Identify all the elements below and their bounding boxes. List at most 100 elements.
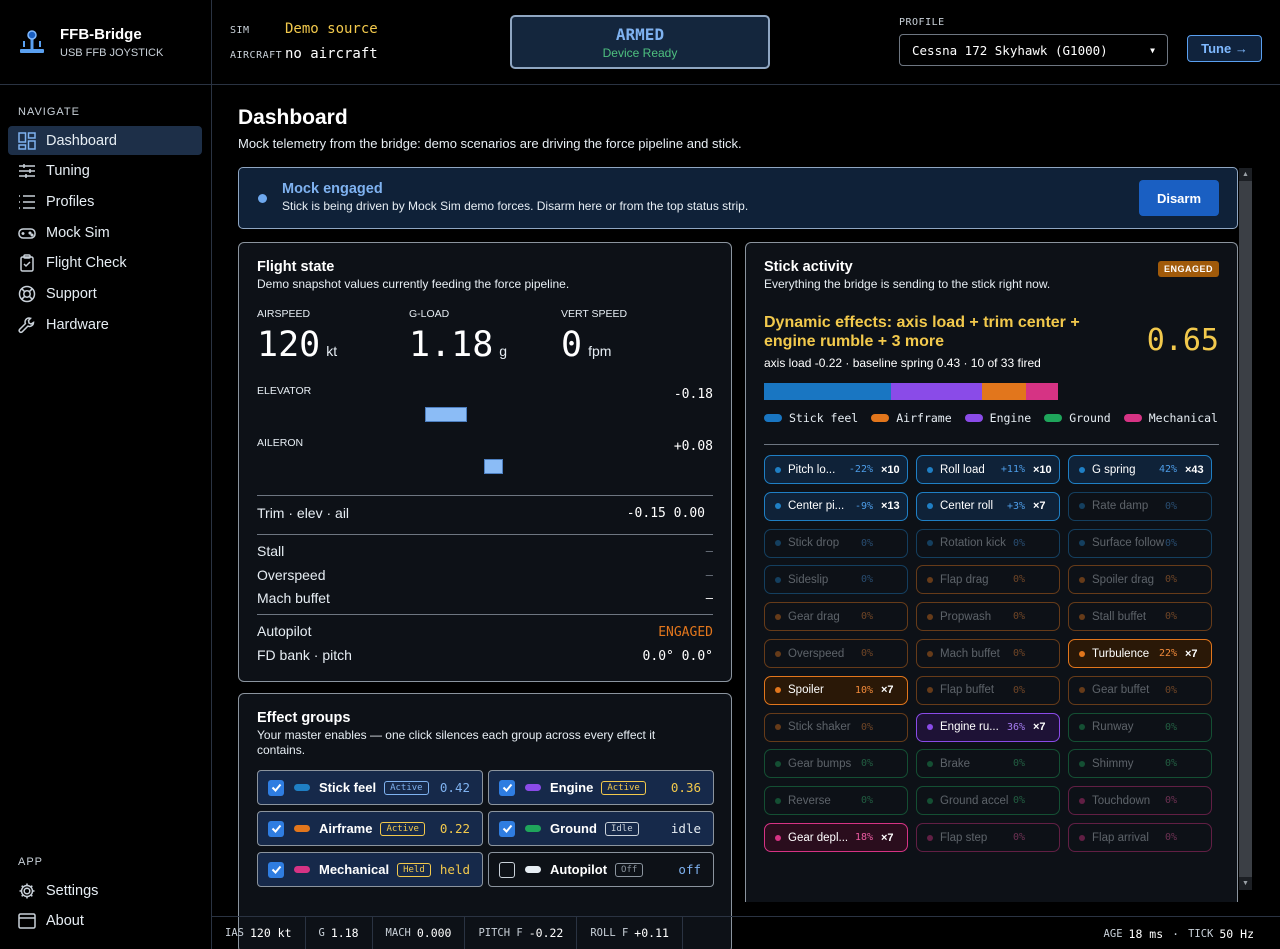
group-toggle-airframe[interactable]: Airframe Active 0.22 (257, 811, 483, 846)
profile-select[interactable]: Cessna 172 Skyhawk (G1000) ▼ (899, 34, 1168, 66)
effect-chip[interactable]: Rotation kick 0% (916, 528, 1060, 558)
panel-title: Flight state (257, 259, 335, 275)
group-toggle-engine[interactable]: Engine Active 0.36 (488, 770, 714, 805)
scroll-down-icon[interactable]: ▼ (1239, 877, 1252, 890)
effect-dot-icon (1079, 503, 1085, 510)
group-swatch (525, 825, 541, 832)
effect-chip[interactable]: Runway 0% (1068, 712, 1212, 742)
mock-engaged-banner: Mock engaged Stick is being driven by Mo… (238, 167, 1238, 229)
effect-chip[interactable]: Shimmy 0% (1068, 749, 1212, 779)
effect-chip[interactable]: Flap drag 0% (916, 565, 1060, 595)
legend-label: Engine (989, 411, 1032, 425)
group-toggle-ground[interactable]: Ground Idle idle (488, 811, 714, 846)
group-toggle-stick-feel[interactable]: Stick feel Active 0.42 (257, 770, 483, 805)
effect-chip[interactable]: Ground accel 0% (916, 786, 1060, 816)
sidebar-item-support[interactable]: Support (8, 279, 202, 308)
effect-name: Roll load (940, 463, 985, 476)
effect-dot-icon (1079, 760, 1085, 767)
effect-chip[interactable]: Gear bumps 0% (764, 749, 908, 779)
group-name: Mechanical (319, 862, 390, 877)
effect-chip[interactable]: Flap arrival 0% (1068, 823, 1212, 852)
sidebar-item-flight-check[interactable]: Flight Check (8, 248, 202, 277)
sidebar-item-profiles[interactable]: Profiles (8, 187, 202, 216)
effect-chip[interactable]: Gear depl... 18% ×7 (764, 823, 908, 852)
effect-chip[interactable]: Mach buffet 0% (916, 639, 1060, 668)
effect-chip[interactable]: Reverse 0% (764, 786, 908, 816)
effect-chip[interactable]: Spoiler 10% ×7 (764, 675, 908, 705)
effect-chip[interactable]: Turbulence 22% ×7 (1068, 639, 1212, 668)
checkbox[interactable] (268, 820, 284, 837)
vertspeed-label: VERT SPEED (561, 308, 628, 320)
effect-name: Engine ru... (940, 721, 999, 734)
app-header: APP (18, 856, 44, 868)
sidebar-item-mock-sim[interactable]: Mock Sim (8, 218, 202, 247)
checkbox[interactable] (499, 820, 515, 837)
effect-percent: 0% (860, 648, 873, 659)
group-value: 0.36 (670, 780, 701, 795)
tune-button[interactable]: Tune → (1187, 35, 1262, 62)
effect-chip[interactable]: Stick shaker 0% (764, 712, 908, 742)
effect-dot-icon (927, 576, 933, 583)
scrollbar[interactable]: ▲ ▼ (1239, 168, 1252, 890)
checkbox[interactable] (499, 861, 515, 878)
effect-chip[interactable]: Gear buffet 0% (1068, 675, 1212, 705)
airspeed-value: 120 (257, 325, 321, 365)
effect-chip[interactable]: Overspeed 0% (764, 639, 908, 668)
effect-chip[interactable]: Gear drag 0% (764, 602, 908, 632)
airspeed-label: AIRSPEED (257, 308, 311, 320)
effect-percent: 0% (1012, 795, 1025, 807)
scroll-up-icon[interactable]: ▲ (1239, 168, 1252, 181)
dynamic-effects-title: Dynamic effects: axis load + trim center… (764, 314, 1080, 350)
effect-chip[interactable]: Sideslip 0% (764, 565, 908, 595)
group-value: 0.42 (439, 780, 470, 795)
effect-chip[interactable]: Surface follow 0% (1068, 528, 1212, 558)
sim-key: SIM (230, 25, 250, 36)
checkbox[interactable] (268, 779, 284, 796)
dynamic-effects-summary: axis load -0.22 · baseline spring 0.43 ·… (764, 356, 1041, 370)
checkbox[interactable] (268, 861, 284, 878)
telemetry-readouts: IAS 120 kt G 1.18 MACH 0.000 PITCH F -0.22 ROLL … (212, 916, 683, 949)
effect-chip[interactable]: Roll load +11% ×10 (916, 455, 1060, 484)
effect-chip[interactable]: Pitch lo... -22% ×10 (764, 455, 908, 484)
effect-chip[interactable]: Center pi... -9% ×13 (764, 491, 908, 521)
effect-chip[interactable]: Center roll +3% ×7 (916, 491, 1060, 521)
gload-label: G-LOAD (409, 308, 450, 320)
disarm-button[interactable]: Disarm (1139, 180, 1219, 216)
effect-chip[interactable]: Touchdown 0% (1068, 786, 1212, 816)
sidebar-item-about[interactable]: About (8, 906, 202, 935)
group-toggle-autopilot[interactable]: Autopilot Off off (488, 852, 714, 887)
aileron-label: AILERON (257, 437, 304, 449)
status-value: 0.000 (416, 926, 452, 940)
effect-chip[interactable]: G spring 42% ×43 (1068, 455, 1212, 484)
effect-chip[interactable]: Propwash 0% (916, 602, 1060, 632)
effect-chip[interactable]: Stick drop 0% (764, 528, 908, 558)
checkbox[interactable] (499, 779, 515, 796)
sidebar-item-settings[interactable]: Settings (8, 876, 202, 905)
effect-chip[interactable]: Spoiler drag 0% (1068, 565, 1212, 595)
effect-chip[interactable]: Flap buffet 0% (916, 675, 1060, 705)
sidebar-item-tuning[interactable]: Tuning (8, 156, 202, 185)
sidebar-item-hardware[interactable]: Hardware (8, 310, 202, 339)
effect-dot-icon (927, 466, 933, 473)
effect-name: Flap step (940, 831, 988, 844)
effect-count: ×7 (881, 684, 894, 697)
airspeed-metric: 120 kt (257, 325, 337, 365)
effect-chip[interactable]: Stall buffet 0% (1068, 602, 1212, 632)
trim-value: -0.15 0.00 (626, 506, 705, 521)
sidebar-item-dashboard[interactable]: Dashboard (8, 126, 202, 155)
divider (257, 534, 713, 535)
effect-chip[interactable]: Brake 0% (916, 749, 1060, 779)
group-status-badge: Active (384, 780, 429, 795)
engaged-badge: ENGAGED (1157, 261, 1219, 277)
legend-item: Engine (964, 411, 1032, 425)
mix-segment-engine (891, 383, 982, 400)
check-icon (271, 865, 281, 874)
effect-chip[interactable]: Rate damp 0% (1068, 491, 1212, 521)
status-value: -0.22 (528, 926, 564, 940)
effect-chip[interactable]: Flap step 0% (916, 823, 1060, 852)
group-toggle-mechanical[interactable]: Mechanical Held held (257, 852, 483, 887)
effect-chip[interactable]: Engine ru... 36% ×7 (916, 712, 1060, 742)
banner-title: Mock engaged (282, 181, 383, 197)
app-subtitle: USB FFB JOYSTICK (60, 46, 164, 59)
armed-status-button[interactable]: ARMED Device Ready (510, 15, 770, 69)
